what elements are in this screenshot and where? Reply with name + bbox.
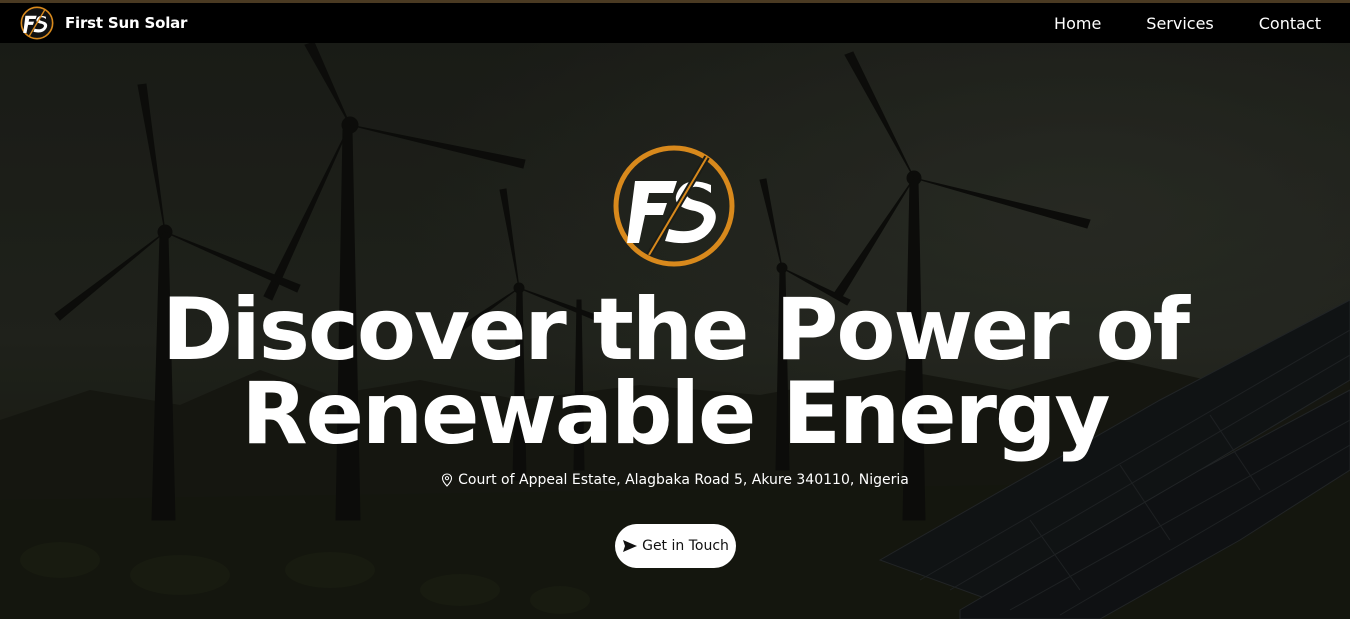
address-line: Court of Appeal Estate, Alagbaka Road 5,… [0,472,1350,488]
hero-title-line2: Renewable Energy [241,364,1110,464]
brand-logo-icon[interactable] [20,6,54,40]
paper-plane-icon [623,540,638,552]
map-pin-icon [442,473,453,487]
brand-name: First Sun Solar [65,14,188,32]
address-text: Court of Appeal Estate, Alagbaka Road 5,… [458,472,909,488]
hero-logo-icon [613,145,735,267]
nav-link-services[interactable]: Services [1146,14,1213,33]
nav-link-contact[interactable]: Contact [1259,14,1321,33]
get-in-touch-label: Get in Touch [642,538,729,554]
brand[interactable]: First Sun Solar [20,6,187,40]
get-in-touch-button[interactable]: Get in Touch [615,524,736,568]
nav-link-home[interactable]: Home [1054,14,1101,33]
hero-title: Discover the Power of Renewable Energy [0,287,1350,457]
nav-links: Home Services Contact [1054,14,1321,33]
top-navbar: First Sun Solar Home Services Contact [0,0,1350,43]
